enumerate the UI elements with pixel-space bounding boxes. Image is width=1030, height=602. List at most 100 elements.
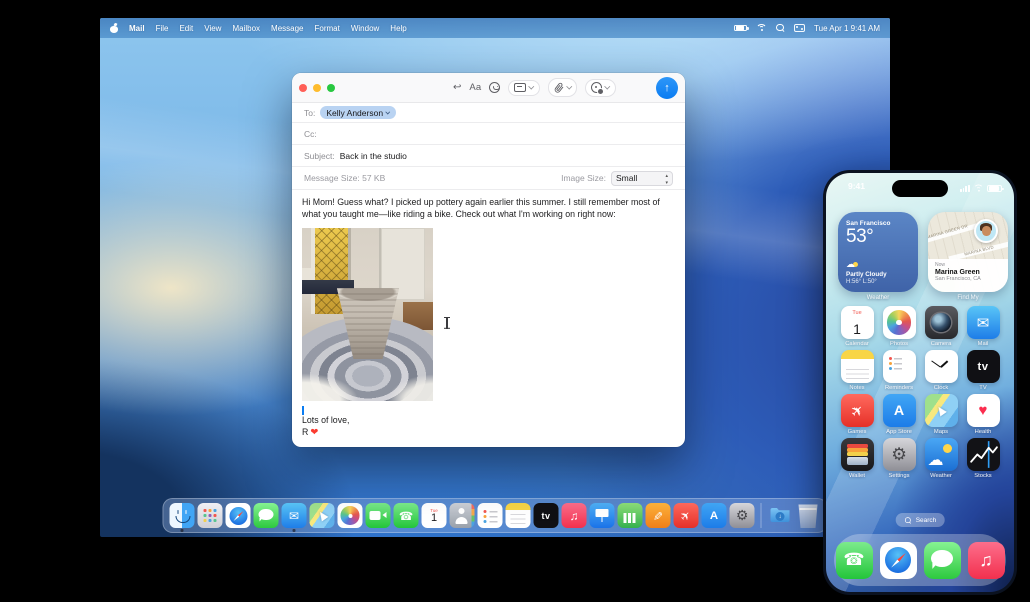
iphone-app-weather[interactable]: Weather <box>920 438 962 479</box>
dock-music-icon[interactable] <box>561 503 587 528</box>
reminders-icon <box>882 350 916 383</box>
menu-item-mailbox[interactable]: Mailbox <box>232 24 260 33</box>
iphone-app-games[interactable]: Games <box>836 394 878 435</box>
weather-widget-label: Weather <box>866 295 890 301</box>
iphone-dock-messages-icon[interactable] <box>923 541 961 579</box>
image-size-label: Image Size: <box>561 173 606 183</box>
message-size-label: Message Size: 57 KB <box>304 173 386 183</box>
iphone-app-wallet[interactable]: Wallet <box>836 438 878 479</box>
findmy-city: San Francisco, CA <box>935 276 981 282</box>
menu-item-mail[interactable]: Mail <box>129 24 145 33</box>
menu-item-format[interactable]: Format <box>315 24 340 33</box>
header-fields-button[interactable] <box>508 79 540 96</box>
iphone-app-mail[interactable]: Mail <box>962 306 1004 347</box>
dock-trash-icon[interactable] <box>796 503 821 528</box>
dock-settings-icon[interactable] <box>729 503 755 528</box>
camera-icon <box>924 306 958 339</box>
search-icon <box>904 516 911 523</box>
dock-photos-icon[interactable] <box>337 503 363 528</box>
iphone-app-reminders[interactable]: Reminders <box>878 350 920 391</box>
menu-bar: Mail File Edit View Mailbox Message Form… <box>100 18 890 38</box>
iphone-app-health[interactable]: Health <box>962 394 1004 435</box>
dock-messages-icon[interactable] <box>253 503 279 528</box>
menu-item-help[interactable]: Help <box>390 24 406 33</box>
findmy-widget[interactable]: MARINA GREEN DR MARINA BLVD Now Marina G… <box>928 212 1008 292</box>
emoji-button[interactable] <box>489 80 501 96</box>
iphone-frame: 9:41 San Francisco 53° Partly Cloudy H:5… <box>823 170 1017 595</box>
iphone-app-photos[interactable]: Photos <box>878 306 920 347</box>
dock-app-store-icon[interactable] <box>701 503 727 528</box>
apple-menu-icon[interactable] <box>110 24 118 33</box>
dock-pages-icon[interactable] <box>645 503 671 528</box>
photos-icon <box>882 306 916 339</box>
undo-button[interactable] <box>453 80 461 96</box>
iphone-app-settings[interactable]: Settings <box>878 438 920 479</box>
menu-item-file[interactable]: File <box>156 24 169 33</box>
iphone-app-stocks[interactable]: Stocks <box>962 438 1004 479</box>
cc-field[interactable]: Cc: <box>292 123 685 145</box>
subject-label: Subject: <box>304 150 335 161</box>
menu-item-window[interactable]: Window <box>351 24 379 33</box>
weather-condition: Partly Cloudy <box>846 271 887 278</box>
menu-clock[interactable]: Tue Apr 1 9:41 AM <box>814 24 880 33</box>
iphone-app-clock[interactable]: Clock <box>920 350 962 391</box>
to-recipient-pill[interactable]: Kelly Anderson <box>320 106 396 119</box>
dock-contacts-icon[interactable] <box>449 503 475 528</box>
control-center-icon[interactable] <box>794 24 806 32</box>
spotlight-search-icon[interactable] <box>776 23 785 33</box>
iphone-app-camera[interactable]: Camera <box>920 306 962 347</box>
zoom-button[interactable] <box>327 83 335 92</box>
dock-reminders-icon[interactable] <box>477 503 503 528</box>
insert-media-button[interactable] <box>585 78 616 97</box>
iphone-dock-safari-icon[interactable] <box>879 541 917 579</box>
settings-gear-icon <box>882 438 916 471</box>
close-button[interactable] <box>299 83 307 92</box>
battery-icon[interactable] <box>734 24 749 32</box>
dock-maps-icon[interactable] <box>309 503 335 528</box>
image-size-select[interactable]: Small <box>611 170 673 186</box>
wallet-icon <box>840 438 874 471</box>
dock-keynote-icon[interactable] <box>589 503 615 528</box>
dock-mail-icon[interactable] <box>281 503 307 532</box>
menu-item-edit[interactable]: Edit <box>179 24 193 33</box>
attach-button[interactable] <box>547 78 578 97</box>
subject-field[interactable]: Subject: Back in the studio <box>292 145 685 167</box>
stocks-chart-icon <box>966 438 1000 471</box>
menu-item-view[interactable]: View <box>204 24 221 33</box>
dock-notes-icon[interactable] <box>505 503 531 528</box>
iphone-app-maps[interactable]: Maps <box>920 394 962 435</box>
iphone-dock-music-icon[interactable] <box>967 541 1005 579</box>
to-field[interactable]: To: Kelly Anderson <box>292 103 685 123</box>
dock-games-icon[interactable] <box>673 503 699 528</box>
weather-icon <box>924 438 958 471</box>
message-body[interactable]: Hi Mom! Guess what? I picked up pottery … <box>292 190 685 438</box>
chevron-down-icon <box>385 109 390 115</box>
dock-facetime-icon[interactable] <box>365 503 391 528</box>
iphone-app-tv[interactable]: tv TV <box>962 350 1004 391</box>
to-label: To: <box>304 107 316 118</box>
dock-tv-icon[interactable]: tv <box>533 503 559 528</box>
minimize-button[interactable] <box>313 83 321 92</box>
weather-widget[interactable]: San Francisco 53° Partly Cloudy H:56° L:… <box>838 212 918 292</box>
pottery-photo[interactable] <box>302 228 433 402</box>
battery-icon <box>987 184 1004 193</box>
send-button[interactable] <box>656 76 678 99</box>
iphone-app-calendar[interactable]: Tue 1 Calendar <box>836 306 878 347</box>
search-pill[interactable]: Search <box>895 513 945 527</box>
format-button[interactable]: Aa <box>469 80 481 96</box>
iphone-dock-phone-icon[interactable] <box>835 541 873 579</box>
iphone-app-notes[interactable]: Notes <box>836 350 878 391</box>
wifi-icon[interactable] <box>756 23 768 33</box>
iphone-app-app-store[interactable]: App Store <box>878 394 920 435</box>
dock-downloads-icon[interactable] <box>768 503 793 528</box>
heart-emoji: ❤ <box>310 426 319 438</box>
dock-numbers-icon[interactable] <box>617 503 643 528</box>
menu-item-message[interactable]: Message <box>271 24 303 33</box>
closing-text: Lots of love, <box>302 415 350 426</box>
dock-finder-icon[interactable] <box>169 503 195 532</box>
dock-launchpad-icon[interactable] <box>197 503 223 528</box>
dock-safari-icon[interactable] <box>225 503 251 528</box>
dock-calendar-icon[interactable]: Tue 1 <box>421 503 447 528</box>
dock-phone-icon[interactable] <box>393 503 419 528</box>
partly-cloudy-icon <box>846 259 858 270</box>
